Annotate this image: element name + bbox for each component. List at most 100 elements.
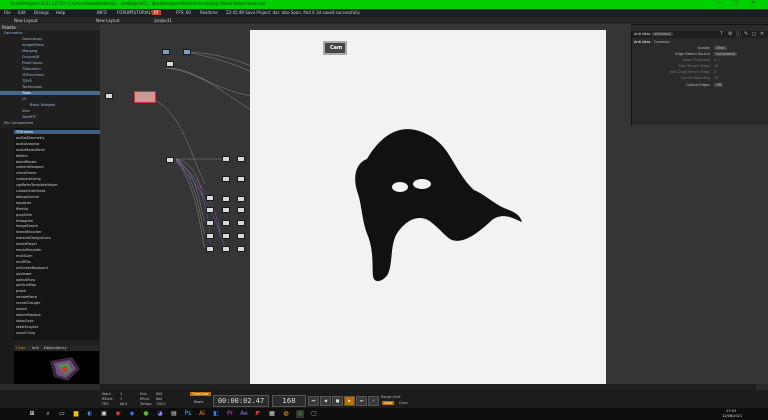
component-list-item[interactable]: remotePanel xyxy=(16,295,37,299)
component-list-item[interactable]: imageSearch xyxy=(16,224,38,228)
menu-info[interactable]: INFO xyxy=(97,10,107,15)
close-button[interactable]: ✕ xyxy=(751,0,755,6)
vscode-icon[interactable]: ◆ xyxy=(128,410,136,418)
component-list-item[interactable]: blendModes xyxy=(16,160,37,164)
close-icon[interactable]: ✕ xyxy=(760,31,764,37)
play-button[interactable]: ▶ xyxy=(344,396,355,406)
tab-info[interactable]: Info xyxy=(32,346,39,350)
edge-browser-icon[interactable]: ◐ xyxy=(86,410,94,418)
operator-node-selected[interactable] xyxy=(134,91,156,103)
tab-anti-alias[interactable]: Anti Alias xyxy=(634,40,650,44)
component-list-item[interactable]: debugControl xyxy=(16,195,39,199)
operator-node[interactable] xyxy=(237,220,245,226)
param-output-edges[interactable]: Off xyxy=(714,83,724,87)
operator-node[interactable] xyxy=(222,220,230,226)
realtime-button[interactable]: ⚡ xyxy=(368,396,379,406)
settings-icon[interactable]: ⚙ xyxy=(728,31,732,37)
realtime-badge[interactable]: RT xyxy=(152,10,161,15)
component-list-item[interactable]: probe xyxy=(16,289,26,293)
component-list-item[interactable]: particleMap xyxy=(16,283,36,287)
operator-node[interactable] xyxy=(206,207,214,213)
store-icon[interactable]: ▣ xyxy=(100,410,108,418)
cam-node[interactable]: Cam xyxy=(323,41,347,55)
component-list-item[interactable]: audioAnalysis xyxy=(16,142,39,146)
rstart-value[interactable]: 1 xyxy=(120,397,122,401)
component-list-item[interactable]: onScreenKeyboard xyxy=(16,266,48,270)
timecode-display[interactable]: 00:00:02.47 xyxy=(213,395,269,407)
component-list-item[interactable]: compareComp xyxy=(16,177,41,181)
start-value[interactable]: 1 xyxy=(120,392,122,396)
menu-dialogs[interactable]: Dialogs xyxy=(34,10,49,15)
file-explorer-icon[interactable]: ▆ xyxy=(72,410,80,418)
param-max-diag[interactable]: 8 xyxy=(714,70,716,74)
search-icon[interactable]: ⌕ xyxy=(44,410,52,418)
tree-item-tools[interactable]: Tools xyxy=(0,91,100,95)
after-effects-icon[interactable]: Ae xyxy=(240,410,248,418)
tree-item[interactable]: TDAbleton xyxy=(22,67,41,71)
component-list-item[interactable]: cgoReferTemplateHelper xyxy=(16,183,58,187)
maximize-button[interactable]: □ xyxy=(733,0,738,6)
tree-item-derivative[interactable]: Derivative xyxy=(4,31,23,35)
component-list-item[interactable]: filmicIp xyxy=(16,207,28,211)
step-forward-button[interactable]: ⏭ xyxy=(356,396,367,406)
component-list-item[interactable]: kinectRecorder xyxy=(16,230,42,234)
tree-item[interactable]: Basic Widgets xyxy=(30,103,55,107)
param-edge-threshold[interactable]: 0.1 xyxy=(714,58,720,62)
tree-item[interactable]: Generators xyxy=(22,37,42,41)
timecode-toggle[interactable]: TimeCode xyxy=(190,392,211,396)
menu-edit[interactable]: Edit xyxy=(18,10,26,15)
operator-node[interactable] xyxy=(206,246,214,252)
palette-tab[interactable]: New Layout xyxy=(14,18,38,23)
tempo-value[interactable]: 120.0 xyxy=(156,402,165,406)
rend-value[interactable]: 600 xyxy=(156,397,162,401)
operator-node[interactable] xyxy=(237,156,245,162)
component-list-item[interactable]: moviePlayer xyxy=(16,242,37,246)
tree-item[interactable]: Techniques xyxy=(22,85,42,89)
operator-node[interactable] xyxy=(222,176,230,182)
illustrator-icon[interactable]: Ai xyxy=(198,410,206,418)
task-view-icon[interactable]: ▭ xyxy=(58,410,66,418)
operator-name-field[interactable]: antialias1 xyxy=(652,32,673,36)
component-list-item[interactable]: graphSim xyxy=(16,213,32,217)
info-icon[interactable]: ⓘ xyxy=(736,31,741,38)
beats-toggle[interactable]: Beats xyxy=(194,400,203,404)
app-icon[interactable]: ▢ xyxy=(310,410,318,418)
tree-item[interactable]: PixelClouds xyxy=(22,61,42,65)
component-list-item[interactable]: equalizer xyxy=(16,201,32,205)
operator-node[interactable] xyxy=(222,233,230,239)
minimize-button[interactable]: — xyxy=(716,0,721,6)
component-list-item[interactable]: cameraViewport xyxy=(16,165,44,169)
app-icon[interactable]: ▦ xyxy=(268,410,276,418)
tree-item[interactable]: Mapping xyxy=(22,49,37,53)
component-list-item[interactable]: opViewer xyxy=(16,272,32,276)
loop-button[interactable]: Loop xyxy=(382,401,394,405)
component-list-item[interactable]: movieRecorder xyxy=(16,248,42,252)
operator-node[interactable] xyxy=(105,93,113,99)
param-max-search[interactable]: 16 xyxy=(714,64,718,68)
operator-node[interactable] xyxy=(166,61,174,67)
operator-node[interactable] xyxy=(222,156,230,162)
discord-icon[interactable]: ◕ xyxy=(156,410,164,418)
tree-item[interactable]: ImageFilters xyxy=(22,43,44,47)
spotify-icon[interactable]: ● xyxy=(142,410,150,418)
operator-node[interactable] xyxy=(222,207,230,213)
tree-item[interactable]: TDFunctions xyxy=(22,73,44,77)
component-list-item[interactable]: materialDesignIcons xyxy=(16,236,51,240)
tree-item[interactable]: UI xyxy=(22,97,26,101)
component-list-item[interactable]: showCode xyxy=(16,319,33,323)
help-icon[interactable]: ? xyxy=(720,31,723,37)
component-list-item[interactable]: mutRTAs xyxy=(16,260,31,264)
operator-node[interactable] xyxy=(237,246,245,252)
blender-icon[interactable]: ◍ xyxy=(282,410,290,418)
component-list-item[interactable]: sketchLayers xyxy=(16,325,38,329)
component-list-item[interactable]: histogram xyxy=(16,219,33,223)
component-list-item[interactable]: sceneChanger xyxy=(16,301,40,305)
param-quality[interactable]: Ultra xyxy=(714,46,727,50)
pin-icon[interactable]: ✎ xyxy=(744,31,748,37)
frame-display[interactable]: 168 xyxy=(272,395,306,407)
end-value[interactable]: 600 xyxy=(156,392,162,396)
component-list-item[interactable]: audioMediaPanel xyxy=(16,148,45,152)
menu-help[interactable]: Help xyxy=(56,10,65,15)
operator-node[interactable] xyxy=(166,157,174,163)
component-list-item[interactable]: bitfiers xyxy=(16,154,28,158)
